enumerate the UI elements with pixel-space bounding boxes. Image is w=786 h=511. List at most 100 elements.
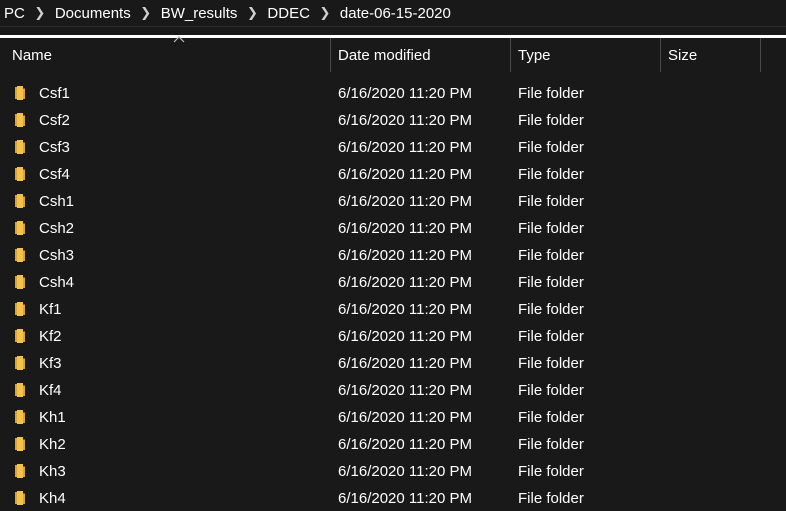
column-resize-handle[interactable] — [760, 38, 761, 72]
folder-icon — [15, 410, 25, 424]
file-type: File folder — [518, 85, 584, 102]
column-header-name[interactable]: Name — [12, 36, 330, 72]
file-date-modified: 6/16/2020 11:20 PM — [338, 112, 472, 129]
breadcrumb-item-current-folder[interactable]: date-06-15-2020 — [340, 5, 451, 22]
file-row[interactable]: Csh1 6/16/2020 11:20 PM File folder — [0, 188, 786, 215]
breadcrumb: PC ❯ Documents ❯ BW_results ❯ DDEC ❯ dat… — [0, 0, 786, 27]
file-type: File folder — [518, 382, 584, 399]
file-date-modified: 6/16/2020 11:20 PM — [338, 409, 472, 426]
breadcrumb-item-bw-results[interactable]: BW_results — [161, 5, 238, 22]
chevron-right-icon[interactable]: ❯ — [310, 5, 340, 21]
folder-icon — [15, 383, 25, 397]
folder-icon — [15, 491, 25, 505]
file-row[interactable]: Csh4 6/16/2020 11:20 PM File folder — [0, 269, 786, 296]
chevron-right-icon[interactable]: ❯ — [25, 5, 55, 21]
breadcrumb-item-documents[interactable]: Documents — [55, 5, 131, 22]
file-name: Csh1 — [39, 193, 75, 210]
column-header-row: Name Date modified Type Size — [0, 36, 786, 72]
file-row[interactable]: Csf2 6/16/2020 11:20 PM File folder — [0, 107, 786, 134]
file-type: File folder — [518, 409, 584, 426]
folder-icon — [15, 356, 25, 370]
file-explorer-window: PC ❯ Documents ❯ BW_results ❯ DDEC ❯ dat… — [0, 0, 786, 511]
file-date-modified: 6/16/2020 11:20 PM — [338, 166, 472, 183]
file-row[interactable]: Kh1 6/16/2020 11:20 PM File folder — [0, 404, 786, 431]
column-resize-handle[interactable] — [660, 38, 661, 72]
file-row[interactable]: Csf4 6/16/2020 11:20 PM File folder — [0, 161, 786, 188]
breadcrumb-item-pc[interactable]: PC — [4, 5, 25, 22]
chevron-right-icon[interactable]: ❯ — [131, 5, 161, 21]
folder-icon — [15, 248, 25, 262]
file-date-modified: 6/16/2020 11:20 PM — [338, 355, 472, 372]
column-header-size-label: Size — [668, 47, 698, 64]
file-date-modified: 6/16/2020 11:20 PM — [338, 139, 472, 156]
file-row[interactable]: Kh3 6/16/2020 11:20 PM File folder — [0, 458, 786, 485]
file-name: Csh2 — [39, 220, 75, 237]
file-date-modified: 6/16/2020 11:20 PM — [338, 193, 472, 210]
file-row[interactable]: Kh4 6/16/2020 11:20 PM File folder — [0, 485, 786, 511]
file-name: Kf2 — [39, 328, 62, 345]
file-date-modified: 6/16/2020 11:20 PM — [338, 85, 472, 102]
file-row[interactable]: Kf3 6/16/2020 11:20 PM File folder — [0, 350, 786, 377]
file-type: File folder — [518, 166, 584, 183]
file-type: File folder — [518, 139, 584, 156]
file-type: File folder — [518, 436, 584, 453]
folder-icon — [15, 275, 25, 289]
file-name: Csh4 — [39, 274, 75, 291]
file-name: Csh3 — [39, 247, 75, 264]
file-type: File folder — [518, 301, 584, 318]
file-type: File folder — [518, 328, 584, 345]
file-type: File folder — [518, 274, 584, 291]
file-date-modified: 6/16/2020 11:20 PM — [338, 301, 472, 318]
file-row[interactable]: Csh3 6/16/2020 11:20 PM File folder — [0, 242, 786, 269]
folder-icon — [15, 221, 25, 235]
folder-icon — [15, 113, 25, 127]
file-date-modified: 6/16/2020 11:20 PM — [338, 328, 472, 345]
file-row[interactable]: Kh2 6/16/2020 11:20 PM File folder — [0, 431, 786, 458]
file-type: File folder — [518, 355, 584, 372]
file-name: Csf4 — [39, 166, 70, 183]
file-date-modified: 6/16/2020 11:20 PM — [338, 220, 472, 237]
file-date-modified: 6/16/2020 11:20 PM — [338, 490, 472, 507]
column-header-type-label: Type — [518, 47, 551, 64]
file-name: Csf1 — [39, 85, 70, 102]
file-row[interactable]: Kf2 6/16/2020 11:20 PM File folder — [0, 323, 786, 350]
file-name: Kh2 — [39, 436, 66, 453]
column-header-name-label: Name — [12, 47, 53, 64]
file-list: Csf1 6/16/2020 11:20 PM File folder Csf2… — [0, 80, 786, 511]
column-resize-handle[interactable] — [510, 38, 511, 72]
file-name: Kf3 — [39, 355, 62, 372]
file-type: File folder — [518, 490, 584, 507]
file-row[interactable]: Csh2 6/16/2020 11:20 PM File folder — [0, 215, 786, 242]
folder-icon — [15, 329, 25, 343]
file-name: Kh3 — [39, 463, 66, 480]
file-name: Csf3 — [39, 139, 70, 156]
chevron-right-icon[interactable]: ❯ — [237, 5, 267, 21]
file-type: File folder — [518, 247, 584, 264]
file-row[interactable]: Kf1 6/16/2020 11:20 PM File folder — [0, 296, 786, 323]
folder-icon — [15, 464, 25, 478]
file-name: Kh1 — [39, 409, 66, 426]
folder-icon — [15, 302, 25, 316]
column-header-type[interactable]: Type — [518, 38, 660, 72]
folder-icon — [15, 194, 25, 208]
column-header-date-label: Date modified — [338, 47, 431, 64]
file-row[interactable]: Kf4 6/16/2020 11:20 PM File folder — [0, 377, 786, 404]
folder-icon — [15, 86, 25, 100]
file-date-modified: 6/16/2020 11:20 PM — [338, 436, 472, 453]
column-header-date-modified[interactable]: Date modified — [338, 38, 510, 72]
folder-icon — [15, 167, 25, 181]
breadcrumb-item-ddec[interactable]: DDEC — [267, 5, 310, 22]
file-date-modified: 6/16/2020 11:20 PM — [338, 247, 472, 264]
file-row[interactable]: Csf1 6/16/2020 11:20 PM File folder — [0, 80, 786, 107]
file-name: Csf2 — [39, 112, 70, 129]
file-type: File folder — [518, 112, 584, 129]
file-date-modified: 6/16/2020 11:20 PM — [338, 382, 472, 399]
column-header-size[interactable]: Size — [668, 38, 760, 72]
folder-icon — [15, 140, 25, 154]
file-row[interactable]: Csf3 6/16/2020 11:20 PM File folder — [0, 134, 786, 161]
file-type: File folder — [518, 463, 584, 480]
column-resize-handle[interactable] — [330, 38, 331, 72]
sort-ascending-icon — [173, 36, 185, 43]
folder-icon — [15, 437, 25, 451]
file-date-modified: 6/16/2020 11:20 PM — [338, 463, 472, 480]
